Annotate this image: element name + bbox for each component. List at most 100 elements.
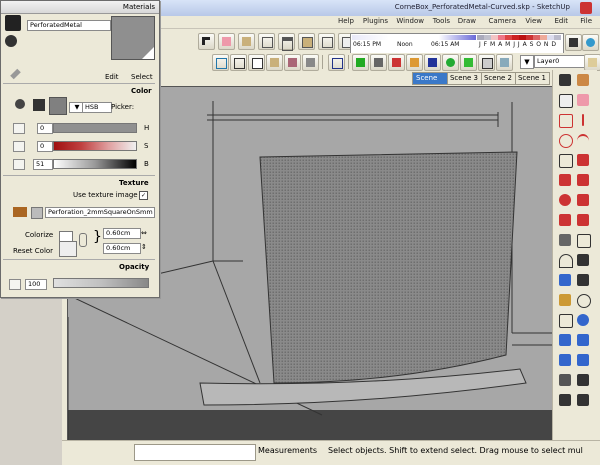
zoom-icon[interactable] bbox=[575, 312, 591, 328]
measurements-input[interactable] bbox=[134, 444, 256, 461]
zoom-window-icon[interactable] bbox=[557, 332, 573, 348]
look-around-icon[interactable] bbox=[557, 392, 573, 408]
xray-button[interactable] bbox=[212, 54, 229, 71]
menu-camera[interactable]: Camera bbox=[489, 17, 516, 25]
tab-edit[interactable]: Edit bbox=[105, 73, 119, 81]
batch-button[interactable] bbox=[460, 54, 477, 71]
right-view-button[interactable] bbox=[298, 33, 315, 50]
texture-width-field[interactable]: 0.60cm bbox=[103, 228, 141, 239]
menu-tools[interactable]: Tools bbox=[433, 17, 450, 25]
export-button[interactable] bbox=[424, 54, 441, 71]
top-view-button[interactable] bbox=[258, 33, 275, 50]
select-tool-button[interactable] bbox=[198, 33, 215, 50]
shaded-texture-button[interactable] bbox=[284, 54, 301, 71]
paint-bucket-icon[interactable] bbox=[575, 72, 591, 88]
time-slider[interactable] bbox=[352, 35, 476, 40]
ruby-console-button[interactable] bbox=[352, 54, 369, 71]
tab-scene-2[interactable]: Scene 2 bbox=[479, 72, 516, 85]
eyedropper-icon[interactable] bbox=[10, 68, 21, 80]
shadow-toggle-button[interactable] bbox=[565, 34, 582, 51]
scale-icon[interactable] bbox=[557, 212, 573, 228]
back-view-button[interactable] bbox=[318, 33, 335, 50]
shadow-settings-toolbar[interactable]: 06:15 PM Noon 06:15 AM J F M A M J J A S… bbox=[350, 33, 564, 55]
tab-scene-1[interactable]: Scene 1 bbox=[513, 72, 550, 85]
iso-view-button[interactable] bbox=[238, 33, 255, 50]
color-swatch[interactable] bbox=[49, 97, 67, 115]
use-texture-checkbox[interactable]: ✓ bbox=[139, 191, 148, 200]
arc-icon[interactable] bbox=[575, 132, 591, 148]
texture-height-field[interactable]: 0.60cm bbox=[103, 243, 141, 254]
hidden-line-button[interactable] bbox=[248, 54, 265, 71]
menu-view[interactable]: View bbox=[525, 17, 542, 25]
text-icon[interactable] bbox=[575, 252, 591, 268]
follow-me-icon[interactable] bbox=[575, 192, 591, 208]
freehand-icon[interactable] bbox=[575, 152, 591, 168]
lock-aspect-icon[interactable] bbox=[79, 233, 87, 247]
menu-file[interactable]: File bbox=[580, 17, 592, 25]
rotate-icon[interactable] bbox=[557, 192, 573, 208]
next-view-icon[interactable] bbox=[575, 352, 591, 368]
line-icon[interactable] bbox=[575, 112, 591, 128]
eraser-icon[interactable] bbox=[575, 92, 591, 108]
layers-icon[interactable] bbox=[584, 54, 600, 71]
axes-icon[interactable] bbox=[557, 272, 573, 288]
wireframe-button[interactable] bbox=[230, 54, 247, 71]
browse-texture-icon[interactable] bbox=[31, 207, 43, 219]
h-value-field[interactable]: 0 bbox=[37, 123, 53, 134]
s-value-field[interactable]: 0 bbox=[37, 141, 53, 152]
b-stepper[interactable] bbox=[13, 159, 25, 170]
tab-select[interactable]: Select bbox=[131, 73, 153, 81]
select-icon[interactable] bbox=[557, 72, 573, 88]
menu-window[interactable]: Window bbox=[396, 17, 424, 25]
tab-scene-4[interactable]: Scene 4 bbox=[412, 72, 448, 93]
bucket-icon[interactable] bbox=[33, 99, 45, 111]
move-icon[interactable] bbox=[557, 172, 573, 188]
date-slider[interactable] bbox=[477, 35, 561, 40]
footsteps-icon[interactable] bbox=[575, 392, 591, 408]
zoom-extents-icon[interactable] bbox=[575, 332, 591, 348]
reset-button[interactable] bbox=[442, 54, 459, 71]
color-wheel-icon[interactable] bbox=[15, 99, 25, 109]
orbit-icon[interactable] bbox=[575, 292, 591, 308]
light-button[interactable] bbox=[478, 54, 495, 71]
h-slider[interactable] bbox=[53, 123, 137, 133]
circle-icon[interactable] bbox=[557, 132, 573, 148]
section-plane-icon[interactable] bbox=[557, 292, 573, 308]
help-button[interactable] bbox=[582, 34, 599, 51]
menu-edit[interactable]: Edit bbox=[554, 17, 568, 25]
offset-icon[interactable] bbox=[575, 212, 591, 228]
rectangle-icon[interactable] bbox=[557, 112, 573, 128]
position-camera-icon[interactable] bbox=[557, 372, 573, 388]
pan-icon[interactable] bbox=[557, 312, 573, 328]
create-material-icon[interactable] bbox=[5, 15, 21, 31]
front-view-button[interactable] bbox=[278, 33, 295, 51]
opacity-value-field[interactable]: 100 bbox=[25, 279, 47, 290]
render-button[interactable] bbox=[370, 54, 387, 71]
layer-manager-button[interactable] bbox=[496, 54, 513, 71]
protractor-icon[interactable] bbox=[557, 252, 573, 268]
shaded-button[interactable] bbox=[266, 54, 283, 71]
render-preview-button[interactable] bbox=[406, 54, 423, 71]
menu-plugins[interactable]: Plugins bbox=[363, 17, 388, 25]
previous-view-icon[interactable] bbox=[557, 352, 573, 368]
tape-measure-icon[interactable] bbox=[557, 232, 573, 248]
opacity-slider[interactable] bbox=[53, 278, 149, 288]
picker-select[interactable]: HSB bbox=[82, 102, 112, 113]
reset-color-button[interactable] bbox=[59, 241, 77, 257]
opacity-stepper[interactable] bbox=[9, 279, 21, 290]
texture-file-field[interactable]: Perforation_2mmSquareOnSmm bbox=[45, 207, 155, 218]
layer-dropdown-arrow[interactable]: ▼ bbox=[520, 55, 534, 69]
menu-draw[interactable]: Draw bbox=[458, 17, 476, 25]
h-stepper[interactable] bbox=[13, 123, 25, 134]
make-component-icon[interactable] bbox=[557, 92, 573, 108]
materials-title-bar[interactable]: Materials bbox=[1, 1, 159, 14]
sample-paint-icon[interactable] bbox=[5, 35, 17, 47]
monochrome-button[interactable] bbox=[302, 54, 319, 71]
menu-help[interactable]: Help bbox=[338, 17, 354, 25]
component-button[interactable] bbox=[328, 54, 345, 71]
erase-button[interactable] bbox=[218, 33, 235, 50]
s-slider[interactable] bbox=[53, 141, 137, 151]
b-slider[interactable] bbox=[53, 159, 137, 169]
s-stepper[interactable] bbox=[13, 141, 25, 152]
3d-text-icon[interactable] bbox=[575, 272, 591, 288]
